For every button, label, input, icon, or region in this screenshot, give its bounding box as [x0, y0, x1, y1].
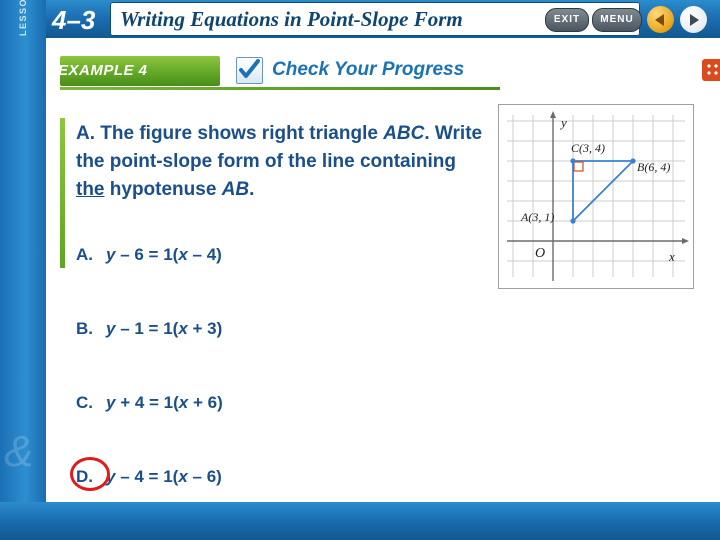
footer-bar [0, 502, 720, 540]
answer-choice-d[interactable]: D. y – 4 = 1(x – 6) [76, 467, 496, 487]
previous-arrow-icon[interactable] [647, 6, 674, 33]
lesson-number: 4–3 [52, 5, 96, 35]
question-line3c: hypotenuse [104, 179, 217, 200]
question-line1: The figure shows right triangle [100, 123, 378, 144]
y-axis-label: y [559, 115, 567, 130]
graph-svg: y x O C(3, 4) B(6, 4) A(3, 1) [507, 111, 689, 281]
choice-c-expr: + 4 = 1( [115, 393, 179, 412]
left-side-band: LESSON & [0, 0, 46, 540]
question-text: A. The figure shows right triangle ABC. … [76, 120, 486, 204]
choice-c-expr-post: + 6) [188, 393, 223, 412]
right-angle-marker [573, 161, 584, 172]
example-banner: EXAMPLE 4 Check Your Progress [46, 56, 686, 94]
choice-a-var-x: x [178, 245, 188, 264]
next-arrow-icon[interactable] [680, 6, 707, 33]
choice-b-letter: B. [76, 319, 93, 338]
question-accent-bar [60, 118, 65, 268]
point-label-a: A(3, 1) [520, 210, 554, 224]
choice-c-letter: C. [76, 393, 93, 412]
point-label-b: B(6, 4) [637, 160, 670, 174]
triangle-segments [572, 160, 634, 222]
answer-choice-a[interactable]: A. y – 6 = 1(x – 4) [76, 245, 496, 265]
check-your-progress-label: Check Your Progress [272, 59, 465, 80]
y-axis-arrow [550, 111, 556, 118]
choice-b-expr-post: + 3) [187, 319, 223, 338]
question-line3a: the line containing [288, 151, 456, 172]
grid-lines [507, 115, 685, 277]
question-segment-name: AB [221, 179, 250, 200]
choice-d-expr-post: – 6) [187, 467, 222, 486]
question-triangle-name: ABC [383, 123, 425, 144]
choice-a-letter: A. [76, 245, 93, 264]
choice-d-var-x: x [178, 467, 188, 486]
checkmark-glyph [239, 59, 260, 78]
correct-answer-highlight [70, 457, 110, 491]
choice-d-expr: – 4 = 1( [115, 467, 179, 486]
example-label: EXAMPLE 4 [58, 62, 148, 79]
choice-b-var-x: x [178, 319, 188, 338]
origin-label: O [535, 246, 545, 261]
slide-root: LESSON & 4–3 Writing Equations in Point-… [0, 0, 720, 540]
question-line4-end: . [249, 179, 255, 200]
decorative-watermark: & [4, 430, 34, 476]
banner-underline [60, 87, 500, 90]
answer-choice-b[interactable]: B. y – 1 = 1(x + 3) [76, 319, 496, 339]
question-prefix: A. [76, 123, 95, 144]
choice-b-expr: – 1 = 1( [115, 319, 179, 338]
answer-choice-c[interactable]: C. y + 4 = 1(x + 6) [76, 393, 496, 413]
lesson-vertical-label: LESSON [18, 0, 28, 37]
choice-a-expr: – 6 = 1( [115, 245, 179, 264]
checkpoint-flag-icon [702, 59, 720, 81]
choice-a-expr-post: – 4) [187, 245, 222, 264]
question-line3b: the [76, 179, 105, 200]
coordinate-graph-figure: y x O C(3, 4) B(6, 4) A(3, 1) [498, 104, 694, 289]
x-axis-label: x [668, 249, 675, 264]
prev-triangle-glyph [655, 14, 664, 26]
next-triangle-glyph [690, 14, 699, 26]
point-label-c: C(3, 4) [571, 141, 605, 155]
menu-button[interactable]: MENU [592, 8, 642, 32]
page-title: Writing Equations in Point-Slope Form [120, 7, 463, 31]
choice-c-var-x: x [178, 393, 189, 412]
checkmark-icon [236, 57, 263, 84]
x-axis-arrow [682, 238, 689, 244]
exit-button[interactable]: EXIT [545, 8, 589, 32]
